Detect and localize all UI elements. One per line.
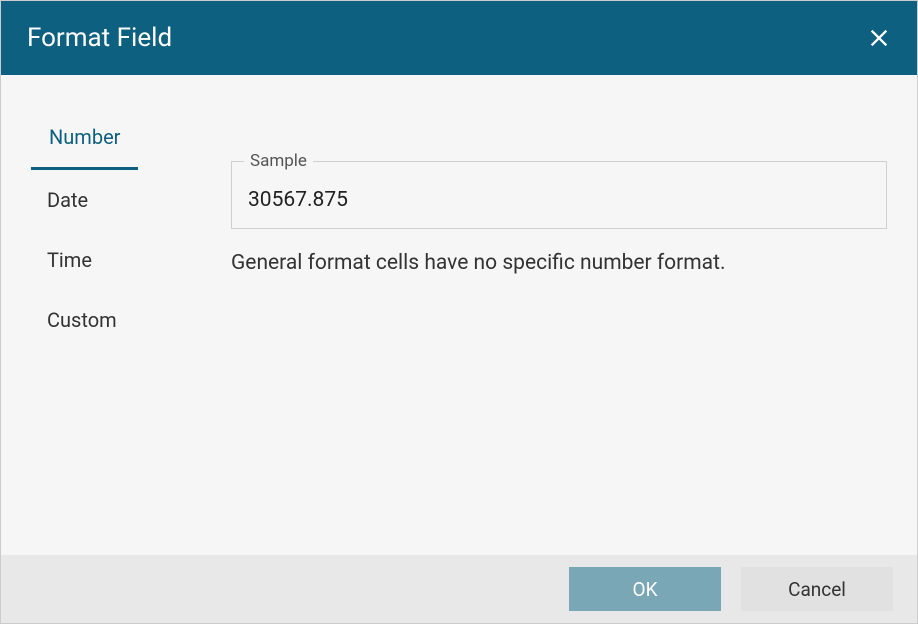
tab-date[interactable]: Date <box>31 170 191 230</box>
format-field-dialog: Format Field Number Date Time Custom Sam… <box>0 0 918 624</box>
close-icon[interactable] <box>867 26 891 50</box>
main-panel: Sample 30567.875 General format cells ha… <box>231 111 887 535</box>
format-description: General format cells have no specific nu… <box>231 251 887 275</box>
tab-number[interactable]: Number <box>31 111 138 170</box>
sample-fieldset: Sample 30567.875 <box>231 161 887 229</box>
sample-legend: Sample <box>244 151 313 171</box>
dialog-footer: OK Cancel <box>1 555 917 623</box>
ok-button[interactable]: OK <box>569 567 721 611</box>
tabs-sidebar: Number Date Time Custom <box>31 111 191 535</box>
dialog-title: Format Field <box>27 23 172 53</box>
dialog-content: Number Date Time Custom Sample 30567.875… <box>1 75 917 555</box>
sample-value: 30567.875 <box>248 188 870 212</box>
titlebar: Format Field <box>1 1 917 75</box>
tab-time[interactable]: Time <box>31 230 191 290</box>
tab-custom[interactable]: Custom <box>31 290 191 350</box>
cancel-button[interactable]: Cancel <box>741 567 893 611</box>
